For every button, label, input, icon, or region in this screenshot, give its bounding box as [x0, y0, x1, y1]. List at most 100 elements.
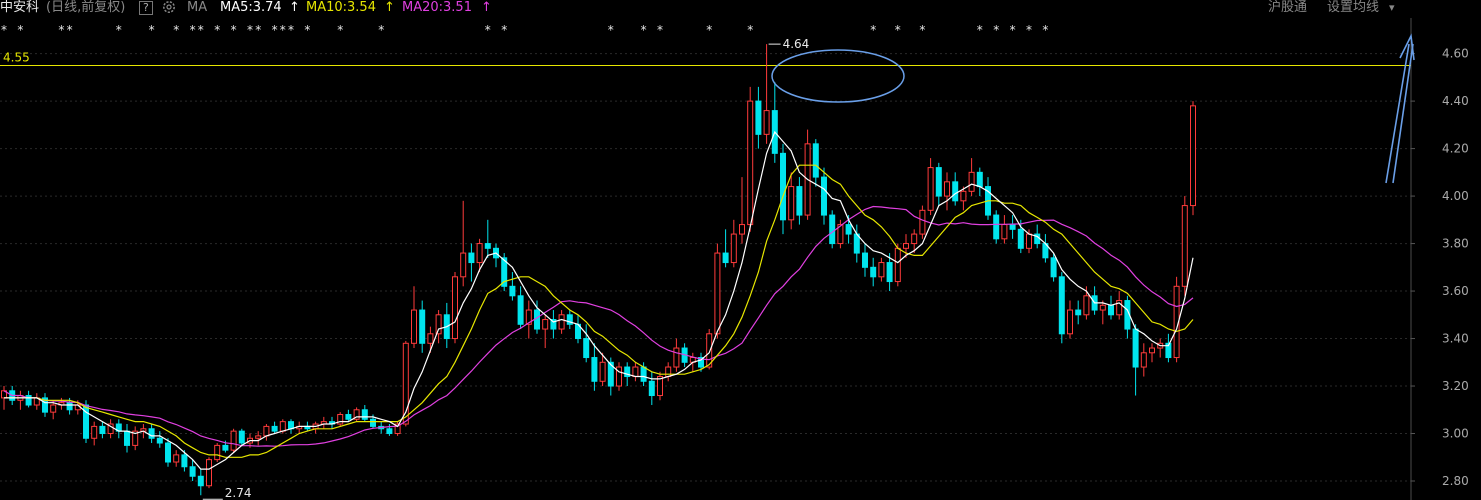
- event-marker: *: [485, 23, 491, 37]
- candle: [870, 257, 877, 287]
- event-marker: *: [608, 23, 614, 37]
- candle: [755, 86, 762, 149]
- candle: [206, 457, 212, 489]
- candle-body: [476, 243, 483, 264]
- candle-body: [238, 430, 245, 444]
- candle: [345, 409, 352, 422]
- candle-body: [222, 444, 229, 451]
- candle: [148, 424, 155, 444]
- candle-body: [279, 421, 286, 432]
- candle-body: [780, 152, 786, 221]
- candle: [812, 139, 819, 187]
- candle-body: [452, 276, 458, 340]
- candle-body: [952, 181, 959, 202]
- candle-body: [714, 252, 721, 335]
- price-level-label: 4.55: [3, 50, 30, 64]
- ma5-line: [4, 130, 1194, 470]
- candle: [402, 340, 409, 427]
- y-tick-label: 4.40: [1442, 94, 1469, 108]
- candle: [493, 243, 499, 268]
- candle: [452, 272, 458, 344]
- candle-body: [739, 224, 745, 235]
- candle: [829, 210, 836, 249]
- candle: [42, 393, 48, 417]
- event-marker: *: [870, 23, 876, 37]
- candle: [657, 371, 663, 401]
- event-marker: *: [895, 23, 901, 37]
- candle-body: [1140, 352, 1147, 368]
- candle: [99, 421, 106, 439]
- event-marker: *: [1042, 23, 1048, 37]
- event-marker: *: [304, 23, 310, 37]
- candle-body: [1099, 304, 1106, 311]
- candle: [214, 443, 221, 463]
- candle: [542, 314, 549, 349]
- candle: [238, 428, 245, 446]
- high-price-label: 4.64: [783, 37, 810, 51]
- grid-lines: [0, 53, 1411, 482]
- candle: [1173, 276, 1180, 363]
- candle: [780, 143, 786, 235]
- event-marker: *: [657, 23, 663, 37]
- candle-body: [894, 247, 901, 283]
- candle-body: [419, 309, 426, 344]
- candle-body: [124, 430, 130, 446]
- candle: [115, 419, 122, 439]
- candle: [1075, 300, 1082, 325]
- candle: [189, 459, 196, 482]
- candle-body: [484, 243, 491, 249]
- candle: [1140, 343, 1147, 377]
- y-axis-ticks: 4.60 4.40 4.20 4.00 3.80 3.60 3.40 3.20 3.00 2.80: [1411, 47, 1469, 488]
- y-tick-label: 3.60: [1442, 284, 1469, 298]
- event-marker: *: [190, 23, 196, 37]
- candle: [862, 243, 868, 277]
- event-marker: *: [272, 23, 278, 37]
- event-marker: *: [247, 23, 253, 37]
- candle: [1190, 101, 1196, 216]
- candlestick-chart[interactable]: 4.60 4.40 4.20 4.00 3.80 3.60 3.40 3.20 3.00 2.80…: [0, 0, 1481, 500]
- candle-body: [542, 319, 549, 330]
- candle: [935, 162, 942, 206]
- candle-body: [148, 428, 155, 439]
- candle: [632, 362, 639, 382]
- candle-body: [173, 454, 180, 463]
- candle: [944, 172, 950, 211]
- candle: [1149, 343, 1155, 363]
- event-marker: *: [149, 23, 155, 37]
- candle: [263, 424, 270, 441]
- y-tick-label: 2.80: [1442, 474, 1469, 488]
- candle: [591, 343, 598, 391]
- candle-body: [460, 252, 467, 278]
- candle: [337, 412, 344, 427]
- candle: [525, 300, 532, 339]
- candle-body: [1083, 295, 1090, 316]
- candle-body: [230, 430, 237, 451]
- candle-body: [599, 361, 606, 382]
- candle-body: [796, 186, 803, 216]
- candle-body: [673, 347, 680, 368]
- y-tick-label: 4.20: [1442, 142, 1469, 156]
- event-marker: *: [280, 23, 286, 37]
- candle-body: [886, 262, 893, 283]
- event-marker: *: [993, 23, 999, 37]
- candle-body: [91, 425, 98, 439]
- candle: [722, 229, 729, 268]
- event-marker: *: [378, 23, 384, 37]
- candle-body: [640, 366, 647, 382]
- candle: [197, 469, 204, 496]
- candle-body: [558, 314, 565, 330]
- candle: [1124, 295, 1131, 339]
- candle: [1058, 272, 1065, 344]
- candle: [107, 419, 114, 439]
- event-marker: *: [67, 23, 73, 37]
- candle-body: [1050, 257, 1057, 278]
- event-marker: *: [641, 23, 647, 37]
- event-marker: *: [255, 23, 261, 37]
- candle: [739, 177, 745, 244]
- candle-body: [821, 176, 827, 216]
- candle: [952, 172, 959, 206]
- y-tick-label: 3.40: [1442, 332, 1469, 346]
- candle: [1181, 196, 1188, 296]
- candle: [312, 421, 319, 434]
- ma20-line: [3, 205, 1194, 447]
